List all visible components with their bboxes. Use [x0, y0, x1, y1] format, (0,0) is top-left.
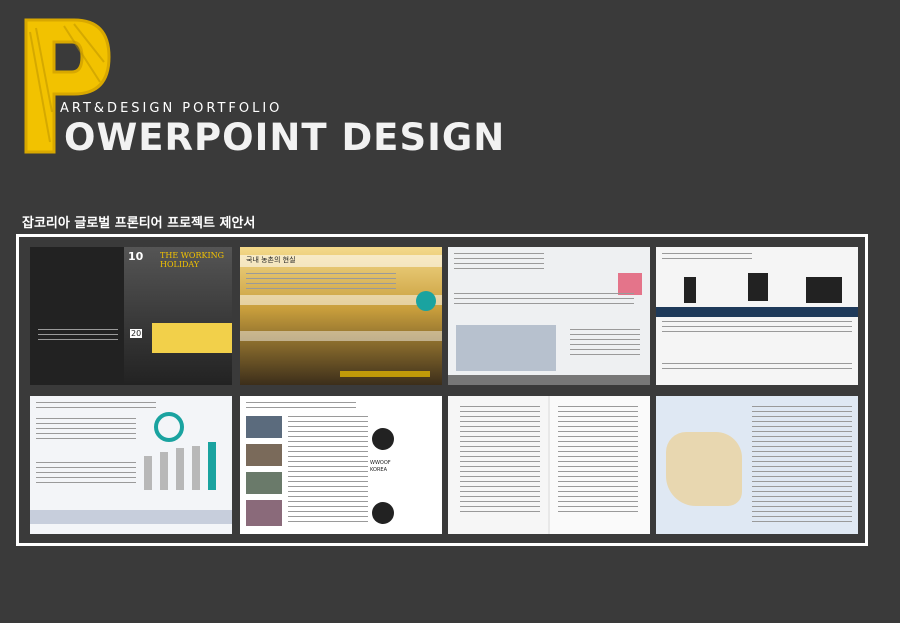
slide-6-heading-lines: [246, 402, 356, 408]
slide-4-celebrate-icon: [748, 273, 768, 301]
slide-5-thumbnail: [30, 396, 232, 534]
slide-7-right-lines: [558, 406, 638, 516]
slide-4-walker-icon: [684, 277, 696, 303]
slide-6-badge: WWOOF KOREA: [370, 460, 391, 473]
slide-3-text-lines: [454, 293, 634, 305]
slide-6-silhouette-icon: [372, 428, 394, 450]
slide-4-text-lines: [662, 321, 852, 335]
slide-2-header: 국내 농촌의 현실: [246, 256, 296, 264]
slide-3-footer-bar: [448, 375, 650, 385]
slide-3-heading-lines: [454, 253, 544, 271]
slide-5-footer-band: [30, 510, 232, 524]
slide-4-blue-band: [656, 307, 858, 317]
slide-6-photo: [246, 444, 282, 466]
slide-5-text-lines: [36, 418, 136, 440]
slide-4-thumbnail: [656, 247, 858, 385]
slide-8-map-australia: [666, 432, 742, 506]
portfolio-title: OWERPOINT DESIGN: [64, 116, 506, 159]
slide-2-pie-chart: [416, 291, 436, 311]
slide-5-heading-lines: [36, 402, 156, 408]
slide-3-illustration: [618, 273, 642, 295]
slide-4-heading-lines: [662, 253, 752, 259]
slide-5-text-lines-2: [36, 462, 136, 484]
slide-3-thumbnail: [448, 247, 650, 385]
slide-6-photo: [246, 472, 282, 494]
slide-6-photo: [246, 416, 282, 438]
slide-1-thumbnail: 10 THE WORKING HOLIDAY 20: [30, 247, 232, 385]
slide-2-caption-highlight: [340, 371, 430, 377]
slide-5-bar: [144, 456, 152, 490]
slide-1-text-lines: [38, 329, 118, 343]
slide-8-thumbnail: [656, 396, 858, 534]
slide-5-bar: [160, 452, 168, 490]
slide-3-world-map: [456, 325, 556, 371]
slide-8-text-lines: [752, 406, 852, 524]
slide-2-thumbnail: 국내 농촌의 현실: [240, 247, 442, 385]
slide-1-yellow-block: [152, 323, 232, 353]
slide-3-map-text: [570, 329, 640, 357]
section-title: 잡코리아 글로벌 프론티어 프로젝트 제안서: [22, 216, 256, 231]
slide-2-band-2: [240, 331, 442, 341]
slide-5-donut-chart: [154, 412, 184, 442]
slide-7-thumbnail: [448, 396, 650, 534]
slide-4-group-icon: [806, 277, 842, 303]
slide-5-bar-highlight: [208, 442, 216, 490]
slide-5-bar: [192, 446, 200, 490]
slide-6-text-lines: [288, 416, 368, 524]
slide-6-globe-icon: [372, 502, 394, 524]
portfolio-subtitle: ART&DESIGN PORTFOLIO: [60, 101, 283, 116]
slide-6-thumbnail: WWOOF KOREA: [240, 396, 442, 534]
slide-1-magazine-title: THE WORKING HOLIDAY: [160, 251, 225, 269]
slide-1-badge: 20: [130, 329, 143, 338]
slide-2-band: [240, 295, 442, 305]
slide-5-bar: [176, 448, 184, 490]
slide-4-footer-lines: [662, 363, 852, 373]
slide-2-text-lines: [246, 273, 396, 293]
slide-6-photo: [246, 500, 282, 526]
slide-1-issue: 10: [128, 250, 144, 263]
slide-7-left-lines: [460, 406, 540, 516]
